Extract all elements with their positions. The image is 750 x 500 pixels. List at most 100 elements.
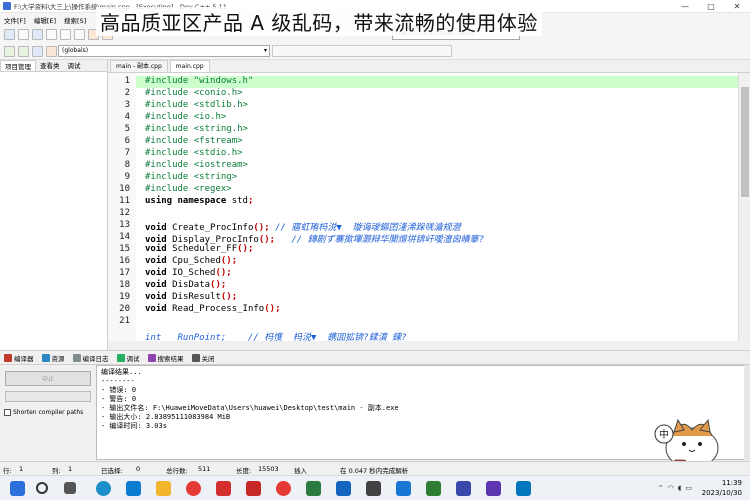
line-number: 18	[119, 280, 130, 290]
compile-output: 编译结果... -------- - 错误: 0- 警告: 0- 输出文件名: F:…	[96, 365, 746, 460]
abort-compile-button[interactable]: 中止	[5, 371, 91, 386]
line-number: 10	[119, 184, 130, 194]
code-line: #include "windows.h"	[145, 76, 254, 86]
store-icon[interactable]	[126, 481, 141, 496]
save-all-button[interactable]	[46, 29, 57, 40]
app-icon-blue[interactable]	[516, 481, 531, 496]
line-number: 9	[124, 172, 130, 182]
status-length-value: 15503	[258, 465, 279, 473]
tab-compile-log[interactable]: 编译日志	[69, 353, 113, 363]
compiler-icon	[4, 353, 12, 362]
taskbar: ⌃ ◠ ◖ ▭ 11:39 2023/10/30	[0, 475, 750, 500]
search-icon	[147, 353, 156, 362]
code-line: #include <conio.h>	[145, 88, 243, 98]
close-button[interactable]: ✕	[724, 0, 750, 13]
scrollbar-thumb[interactable]	[741, 87, 749, 197]
wechat-icon[interactable]	[426, 481, 441, 496]
code-line: #include <io.h>	[145, 112, 227, 122]
task-view-icon[interactable]	[64, 482, 76, 494]
clock-time: 11:39	[721, 479, 742, 487]
app-icon-purple[interactable]	[486, 481, 501, 496]
compile-progress-bar	[5, 391, 91, 402]
clock[interactable]: 11:39 2023/10/30	[702, 478, 742, 498]
system-tray: ⌃ ◠ ◖ ▭	[658, 484, 692, 492]
wps-icon[interactable]	[246, 481, 261, 496]
menu-search[interactable]: 搜索[S]	[60, 15, 90, 25]
output-line: 编译结果...	[101, 368, 142, 376]
code-line: #include <regex>	[145, 184, 232, 194]
shorten-paths-checkbox[interactable]: Shorten compiler paths	[4, 409, 83, 416]
tab-main-copy[interactable]: main - 副本.cpp	[110, 60, 168, 72]
menu-file[interactable]: 文件[F]	[0, 15, 30, 25]
tab-compiler-label: 编译器	[14, 354, 34, 363]
scope-select[interactable]: (globals) ▾	[58, 45, 270, 57]
chrome-icon[interactable]	[186, 481, 201, 496]
browser-icon[interactable]	[276, 481, 291, 496]
code-line: void DisData();	[145, 280, 227, 290]
word-icon[interactable]	[216, 481, 231, 496]
battery-icon[interactable]: ▭	[685, 484, 692, 492]
tab-search-results[interactable]: 搜索结果	[144, 353, 188, 363]
rebuild-button[interactable]	[46, 45, 57, 57]
run-button[interactable]	[18, 45, 29, 57]
close-file-button[interactable]	[60, 29, 71, 40]
line-number: 1	[124, 76, 130, 86]
line-number: 12	[119, 208, 130, 218]
tab-compiler[interactable]: 编译器	[0, 353, 38, 363]
tab-project[interactable]: 项目管理	[0, 60, 36, 71]
search-icon[interactable]	[36, 482, 48, 494]
menu-edit[interactable]: 编辑[E]	[30, 15, 60, 25]
clock-date: 2023/10/30	[701, 489, 742, 497]
output-line: - 输出大小: 2.83895111083984 MiB	[101, 413, 231, 421]
code-editor[interactable]: 1 2 3 4 5 6 7 8 9 10 11 12 13 14 15 16 17 18 19 20 21 #inclu…	[108, 73, 738, 341]
line-number: 13	[119, 220, 130, 230]
compile-button[interactable]	[4, 45, 15, 57]
status-parse: 在 0.047 秒内完成解析	[340, 467, 409, 475]
chevron-up-icon[interactable]: ⌃	[658, 484, 664, 492]
tab-main[interactable]: main.cpp	[169, 60, 210, 72]
maximize-button[interactable]: ▢	[698, 0, 724, 13]
tab-debug[interactable]: 调试	[64, 60, 85, 71]
compile-run-button[interactable]	[32, 45, 43, 57]
code-line: void DisResult();	[145, 292, 238, 302]
vscode-icon[interactable]	[396, 481, 411, 496]
save-button[interactable]	[32, 29, 43, 40]
function-select[interactable]	[272, 45, 452, 57]
checkbox-box[interactable]	[4, 409, 11, 416]
line-number: 4	[124, 112, 130, 122]
status-selected-value: 0	[136, 465, 141, 473]
log-icon	[72, 353, 81, 362]
output-line: - 编译时间: 3.03s	[101, 422, 167, 430]
code-line: #include <string.h>	[145, 124, 248, 134]
tab-close[interactable]: 关闭	[188, 353, 219, 363]
tab-resources[interactable]: 资源	[38, 353, 69, 363]
status-col-value: 1	[68, 465, 73, 473]
terminal-icon[interactable]	[366, 481, 381, 496]
editor-vertical-scrollbar[interactable]	[738, 73, 750, 341]
volume-icon[interactable]: ◖	[678, 484, 682, 492]
project-panel-tabs: 项目管理 查看类 调试	[0, 60, 107, 72]
tray-lang-label: 中	[659, 428, 669, 441]
line-number: 19	[119, 292, 130, 302]
status-selected-label: 已选择:	[101, 467, 123, 475]
explorer-icon[interactable]	[156, 481, 171, 496]
line-number: 20	[119, 304, 130, 314]
edge-icon[interactable]	[96, 481, 111, 496]
qq-icon[interactable]	[336, 481, 351, 496]
tab-classes[interactable]: 查看类	[36, 60, 64, 71]
minimize-button[interactable]: —	[672, 0, 698, 13]
print-button[interactable]	[74, 29, 85, 40]
new-file-button[interactable]	[4, 29, 15, 40]
compiler-controls: 中止 Shorten compiler paths	[0, 365, 96, 460]
editor-horizontal-scrollbar[interactable]	[108, 341, 750, 349]
status-mode: 插入	[294, 467, 307, 475]
app-icon-green[interactable]	[306, 481, 321, 496]
open-file-button[interactable]	[18, 29, 29, 40]
status-line-label: 行:	[3, 467, 12, 475]
tab-debug-bottom[interactable]: 调试	[113, 353, 144, 363]
output-scrollbar[interactable]	[744, 365, 750, 460]
devcpp-icon[interactable]	[456, 481, 471, 496]
start-icon[interactable]	[10, 481, 25, 496]
wifi-icon[interactable]: ◠	[668, 484, 674, 492]
status-bar: 行: 1 列: 1 已选择: 0 总行数: 511 长度: 15503 插入 在…	[0, 461, 750, 475]
